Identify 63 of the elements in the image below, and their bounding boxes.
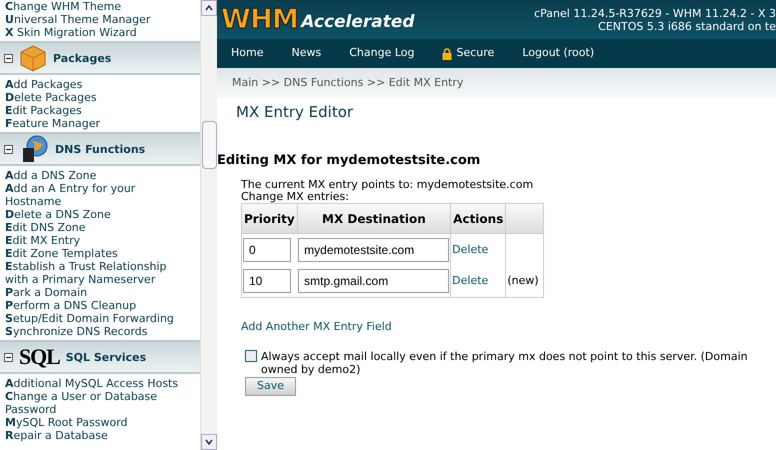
sidebar-link[interactable]: X Skin Migration Wizard	[5, 26, 200, 39]
section-header[interactable]: Packages	[0, 41, 200, 75]
nav-link[interactable]: Logout (root)	[522, 45, 594, 62]
sidebar-link[interactable]: Setup/Edit Domain Forwarding	[5, 312, 192, 325]
scroll-down-icon[interactable]	[201, 434, 217, 450]
sidebar-link[interactable]: Park a Domain	[5, 286, 192, 299]
collapse-icon[interactable]	[4, 352, 13, 362]
sidebar-link[interactable]: Repair a Database	[5, 429, 192, 442]
sidebar-link[interactable]: Delete a DNS Zone	[5, 208, 192, 221]
sidebar-link[interactable]: Universal Theme Manager	[5, 13, 200, 26]
new-label: (new)	[507, 274, 539, 288]
sidebar-link[interactable]: Delete Packages	[5, 91, 192, 104]
lock-icon	[442, 48, 452, 60]
priority-field[interactable]: 10	[243, 269, 291, 294]
section-title: DNS Functions	[55, 142, 146, 156]
sidebar-link[interactable]: Edit Zone Templates	[5, 247, 192, 260]
page-title: MX Entry Editor	[236, 102, 354, 123]
sidebar-link[interactable]: Additional MySQL Access Hosts	[5, 377, 192, 390]
sidebar-link[interactable]: Edit MX Entry	[5, 234, 192, 247]
version-text: cPanel 11.24.5-R37629 - WHM 11.24.2 - X 3	[534, 6, 776, 20]
sql-logo: SQL	[19, 346, 60, 368]
page-subtitle: Editing MX for mydemotestsite.com	[217, 152, 482, 170]
section-header[interactable]: SQL SQL Services	[0, 340, 200, 374]
column-header: MX Destination	[297, 204, 451, 234]
accept-checkbox[interactable]	[245, 350, 257, 362]
scrollbar[interactable]	[200, 0, 217, 450]
nav-link[interactable]: Change Log	[349, 45, 414, 62]
nav-link[interactable]: News	[291, 45, 322, 62]
current-mx-text: The current MX entry points to: mydemotestsite.com	[241, 179, 534, 191]
nav-link[interactable]: Secure	[442, 45, 494, 62]
scroll-thumb[interactable]	[202, 121, 216, 169]
logo-subtitle: Accelerated	[301, 14, 415, 31]
destination-field[interactable]: smtp.gmail.com	[298, 269, 450, 294]
add-entry-link[interactable]: Add Another MX Entry Field	[241, 319, 392, 336]
nav-link[interactable]: Home	[231, 45, 264, 62]
sidebar-link[interactable]: Edit DNS Zone	[5, 221, 192, 234]
sidebar-link[interactable]: Perform a DNS Cleanup	[5, 299, 192, 312]
save-button[interactable]: Save	[245, 376, 296, 396]
accept-label: Always accept mail locally even if the primary mx does not point to this server. (Domain owned by demo2)	[261, 350, 749, 376]
collapse-icon[interactable]	[4, 144, 13, 154]
collapse-icon[interactable]	[4, 54, 13, 62]
destination-field[interactable]: mydemotestsite.com	[298, 238, 450, 262]
logo-text: WHM	[221, 6, 298, 33]
change-label: Change MX entries:	[241, 191, 349, 203]
section-title: Packages	[53, 52, 112, 64]
sidebar-link[interactable]: Synchronize DNS Records	[5, 325, 192, 338]
sidebar-link[interactable]: Add Packages	[5, 78, 192, 91]
sidebar-link[interactable]: MySQL Root Password	[5, 416, 192, 429]
scroll-up-icon[interactable]	[201, 0, 217, 16]
delete-link[interactable]: Delete	[452, 242, 488, 256]
column-header: Priority	[242, 204, 298, 234]
box-icon	[19, 44, 47, 72]
sidebar-link[interactable]: Add a DNS Zone	[5, 169, 192, 182]
sidebar-link[interactable]: Change WHM Theme	[5, 0, 200, 13]
os-text: CENTOS 5.3 i686 standard on te	[598, 20, 776, 32]
priority-field[interactable]: 0	[243, 238, 291, 262]
delete-link[interactable]: Delete	[452, 274, 488, 288]
breadcrumb: Main >> DNS Functions >> Edit MX Entry	[232, 74, 464, 91]
sidebar-link[interactable]: Feature Manager	[5, 117, 192, 130]
section-header[interactable]: DNS Functions	[0, 132, 200, 166]
sidebar-link[interactable]: Edit Packages	[5, 104, 192, 117]
column-header: Actions	[450, 204, 506, 234]
section-title: SQL Services	[66, 350, 146, 364]
